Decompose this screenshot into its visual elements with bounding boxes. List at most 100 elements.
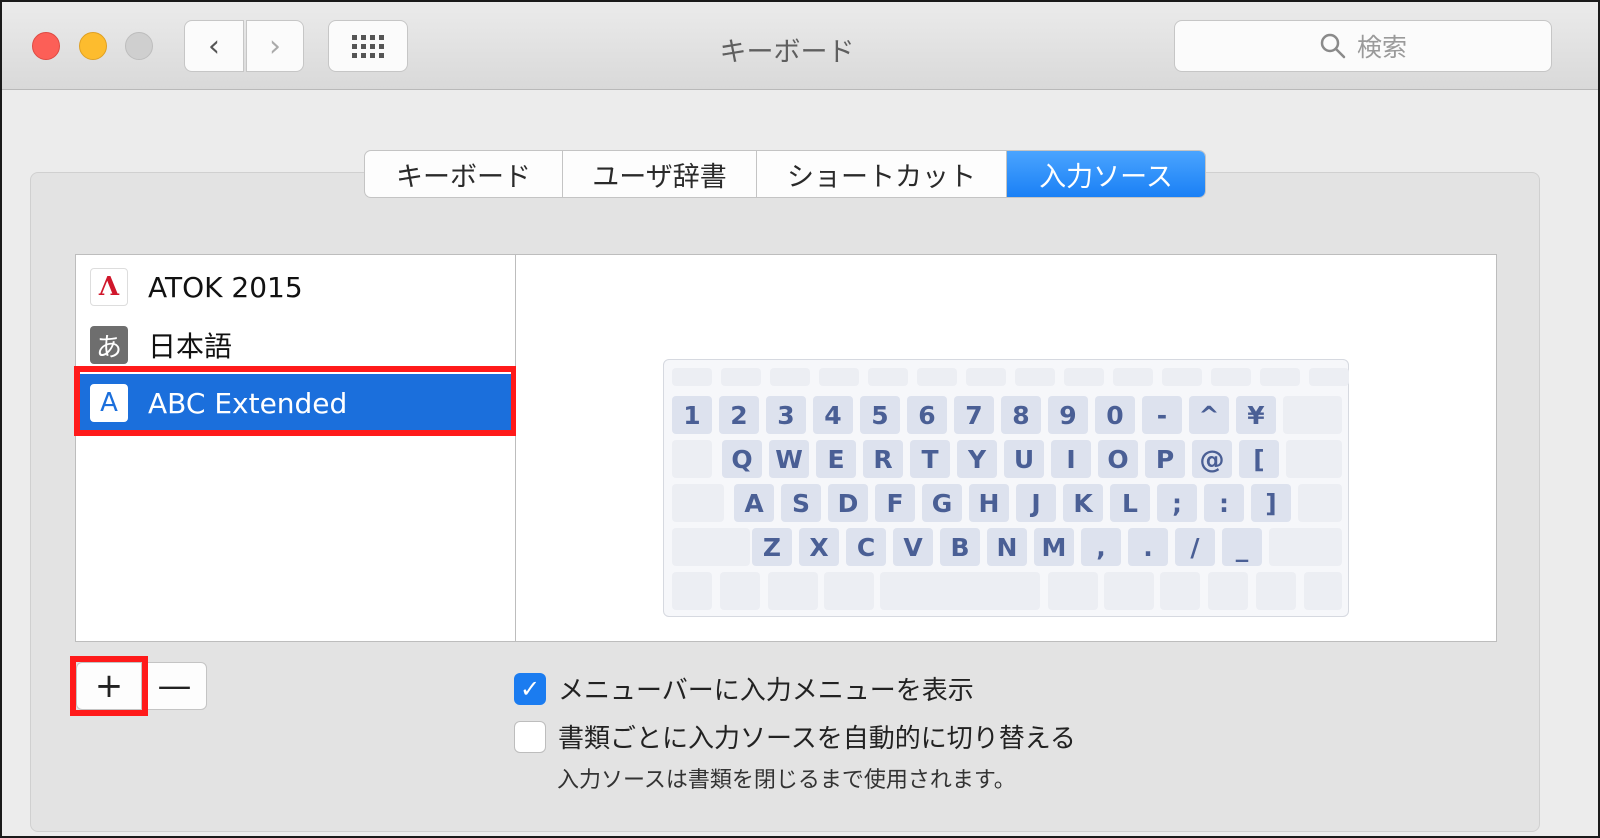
- keyboard-key: A: [734, 484, 774, 522]
- keyboard-key: J: [1016, 484, 1056, 522]
- keyboard-key: ¥: [1236, 396, 1276, 434]
- keyboard-layout-preview: 1 2 3 4 5 6 7 8 9 0- ^ ¥ Q W E R T Y U I O P @[A S D F G H J K L;:] Z X C…: [663, 359, 1349, 617]
- keyboard-key-blank: [1304, 572, 1342, 610]
- keyboard-key-blank: [1015, 368, 1055, 386]
- keyboard-key-blank: [721, 368, 761, 386]
- list-item-atok[interactable]: Λ ATOK 2015: [76, 258, 515, 316]
- keyboard-key: D: [828, 484, 868, 522]
- keyboard-key: R: [863, 440, 903, 478]
- keyboard-key: E: [816, 440, 856, 478]
- keyboard-key: ^: [1189, 396, 1229, 434]
- keyboard-key-blank: [1298, 484, 1342, 522]
- chevron-right-icon: ›: [269, 28, 281, 64]
- keyboard-key: M: [1034, 528, 1074, 566]
- keyboard-key: _: [1222, 528, 1262, 566]
- keyboard-key: .: [1128, 528, 1168, 566]
- show-all-button[interactable]: [328, 20, 408, 72]
- keyboard-key: L: [1110, 484, 1150, 522]
- system-preferences-window: ‹ › キーボード 検索 キーボード ユーザ辞書 ショートカット 入力ソース Λ…: [0, 0, 1600, 838]
- keyboard-key: [: [1239, 440, 1279, 478]
- tab-bar: キーボード ユーザ辞書 ショートカット 入力ソース: [364, 150, 1206, 198]
- close-window-button[interactable]: [32, 32, 60, 60]
- keyboard-key: N: [987, 528, 1027, 566]
- remove-input-source-button[interactable]: —: [142, 662, 207, 710]
- minimize-window-button[interactable]: [79, 32, 107, 60]
- forward-button[interactable]: ›: [246, 20, 304, 72]
- keyboard-key: S: [781, 484, 821, 522]
- keyboard-key-blank: [868, 368, 908, 386]
- keyboard-key-blank: [1260, 368, 1300, 386]
- keyboard-key-blank: [672, 368, 712, 386]
- keyboard-key-blank: [1208, 572, 1248, 610]
- search-placeholder: 検索: [1356, 33, 1407, 62]
- keyboard-key: 0: [1095, 396, 1135, 434]
- list-item-label: ATOK 2015: [148, 270, 303, 304]
- title-bar: ‹ › キーボード 検索: [2, 2, 1598, 90]
- auto-switch-checkbox[interactable]: [514, 720, 546, 753]
- input-source-list: Λ ATOK 2015 あ 日本語 A ABC Extended: [75, 254, 516, 642]
- keyboard-key-blank: [917, 368, 957, 386]
- keyboard-key-blank: [824, 572, 874, 610]
- keyboard-key-blank: [1286, 440, 1342, 478]
- show-input-menu-label: メニューバーに入力メニューを表示: [558, 676, 974, 706]
- keyboard-key-blank: [1113, 368, 1153, 386]
- keyboard-key: W: [769, 440, 809, 478]
- keyboard-key: 9: [1048, 396, 1088, 434]
- show-input-menu-option[interactable]: ✓ メニューバーに入力メニューを表示: [514, 670, 974, 707]
- keyboard-key: X: [799, 528, 839, 566]
- hiragana-icon: あ: [90, 326, 128, 364]
- keyboard-key: 1: [672, 396, 712, 434]
- atok-icon: Λ: [90, 268, 128, 306]
- list-item-label: 日本語: [148, 330, 233, 363]
- keyboard-key-blank: [770, 368, 810, 386]
- keyboard-key: ]: [1251, 484, 1291, 522]
- auto-switch-label: 書類ごとに入力ソースを自動的に切り替える: [558, 724, 1076, 754]
- keyboard-key: Y: [957, 440, 997, 478]
- keyboard-key: ;: [1157, 484, 1197, 522]
- highlight-box-selected-source: [74, 366, 517, 436]
- keyboard-key-blank: [1256, 572, 1296, 610]
- search-icon: [1320, 33, 1346, 59]
- highlight-box-add-button: [70, 656, 148, 716]
- keyboard-key: H: [969, 484, 1009, 522]
- keyboard-key-blank: [1283, 396, 1342, 434]
- keyboard-key: 7: [954, 396, 994, 434]
- keyboard-key-blank: [672, 484, 724, 522]
- keyboard-key: 4: [813, 396, 853, 434]
- grid-icon: [352, 34, 384, 58]
- keyboard-key: 2: [719, 396, 759, 434]
- keyboard-key: P: [1145, 440, 1185, 478]
- keyboard-key: @: [1192, 440, 1232, 478]
- keyboard-key: T: [910, 440, 950, 478]
- keyboard-key-blank: [672, 528, 750, 566]
- search-field[interactable]: 検索: [1174, 20, 1552, 72]
- keyboard-key-blank: [768, 572, 818, 610]
- zoom-window-button[interactable]: [125, 32, 153, 60]
- keyboard-key-blank: [966, 368, 1006, 386]
- keyboard-key-blank: [819, 368, 859, 386]
- keyboard-key: I: [1051, 440, 1091, 478]
- chevron-left-icon: ‹: [208, 28, 220, 64]
- keyboard-key: Z: [752, 528, 792, 566]
- keyboard-key: /: [1175, 528, 1215, 566]
- window-title: キーボード: [719, 37, 855, 68]
- keyboard-key: 6: [907, 396, 947, 434]
- keyboard-key: U: [1004, 440, 1044, 478]
- keyboard-key: K: [1063, 484, 1103, 522]
- tab-keyboard[interactable]: キーボード: [365, 151, 563, 197]
- tab-input-sources[interactable]: 入力ソース: [1007, 151, 1205, 197]
- tab-user-dictionary[interactable]: ユーザ辞書: [563, 151, 757, 197]
- keyboard-key-blank: [1211, 368, 1251, 386]
- keyboard-key-blank: [1064, 368, 1104, 386]
- keyboard-key: -: [1142, 396, 1182, 434]
- keyboard-key: C: [846, 528, 886, 566]
- back-button[interactable]: ‹: [184, 20, 244, 72]
- keyboard-key: 8: [1001, 396, 1041, 434]
- keyboard-key: F: [875, 484, 915, 522]
- auto-switch-option[interactable]: 書類ごとに入力ソースを自動的に切り替える: [514, 718, 1076, 755]
- keyboard-key: Q: [722, 440, 762, 478]
- keyboard-key-blank: [880, 572, 1040, 610]
- show-input-menu-checkbox[interactable]: ✓: [514, 672, 546, 705]
- keyboard-key-blank: [1160, 572, 1200, 610]
- tab-shortcuts[interactable]: ショートカット: [757, 151, 1007, 197]
